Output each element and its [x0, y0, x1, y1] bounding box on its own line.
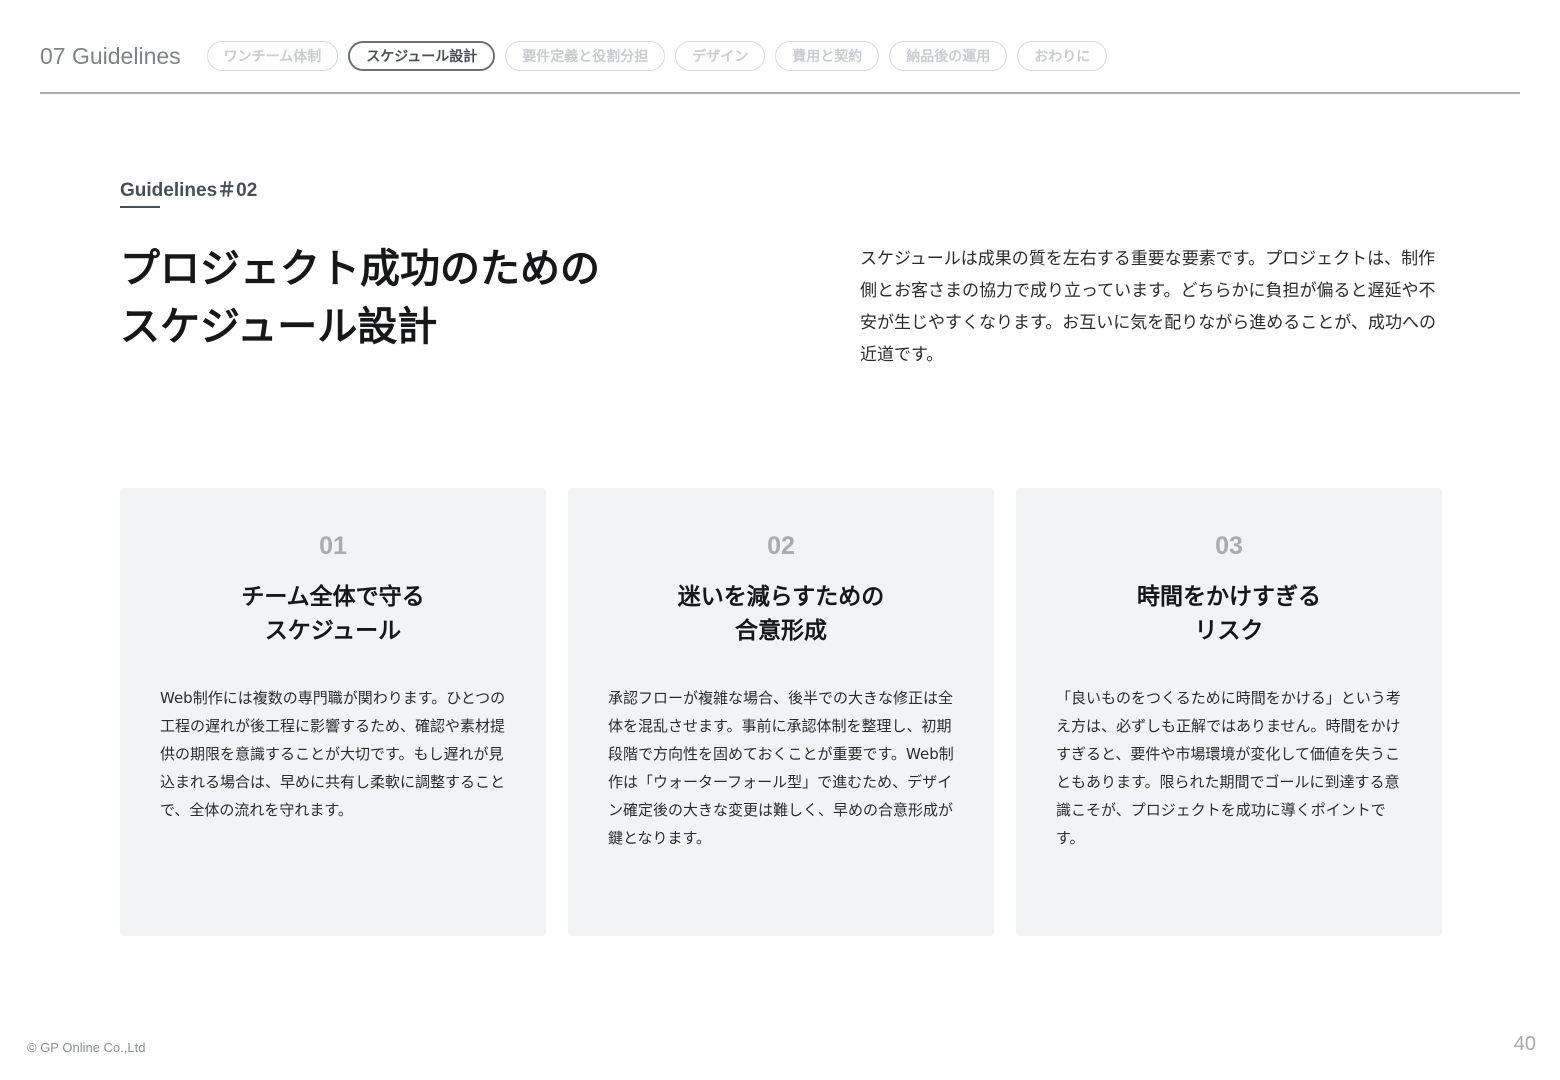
tab-bar: ワンチーム体制 スケジュール設計 要件定義と役割分担 デザイン 費用と契約 納品…	[206, 41, 1108, 71]
card-grid: 01 チーム全体で守る スケジュール Web制作には複数の専門職が関わります。ひ…	[120, 488, 1442, 936]
card-title-line1: 迷いを減らすための	[677, 584, 885, 610]
tab-one-team[interactable]: ワンチーム体制	[206, 41, 339, 71]
intro-paragraph: スケジュールは成果の質を左右する重要な要素です。プロジェクトは、制作側とお客さま…	[860, 249, 1436, 365]
tab-design[interactable]: デザイン	[675, 41, 766, 71]
tab-schedule-design[interactable]: スケジュール設計	[348, 41, 496, 71]
page-title: プロジェクト成功のための スケジュール設計	[120, 240, 760, 356]
card-title-line1: 時間をかけすぎる	[1137, 584, 1321, 610]
card-title-line2: リスク	[1194, 618, 1264, 644]
card-body: Web制作には複数の専門職が関わります。ひとつの工程の遅れが後工程に影響するため…	[160, 689, 506, 819]
card-title-line1: チーム全体で守る	[241, 584, 425, 610]
page-title-line1: プロジェクト成功のための	[120, 246, 600, 292]
card-number: 02	[767, 532, 795, 560]
header: 07 Guidelines ワンチーム体制 スケジュール設計 要件定義と役割分担…	[40, 38, 1520, 74]
card-body: 「良いものをつくるために時間をかける」という考え方は、必ずしも正解ではありません…	[1056, 689, 1401, 847]
tab-post-delivery[interactable]: 納品後の運用	[889, 41, 1008, 71]
tab-closing[interactable]: おわりに	[1017, 41, 1108, 71]
page-number: 40	[1513, 1033, 1536, 1055]
card-consensus: 02 迷いを減らすための 合意形成 承認フローが複雑な場合、後半での大きな修正は…	[568, 488, 994, 936]
card-title: 時間をかけすぎる リスク	[1016, 580, 1442, 648]
card-title-line2: スケジュール	[264, 618, 402, 644]
card-time-risk: 03 時間をかけすぎる リスク 「良いものをつくるために時間をかける」という考え…	[1016, 488, 1442, 936]
card-team-schedule: 01 チーム全体で守る スケジュール Web制作には複数の専門職が関わります。ひ…	[120, 488, 546, 936]
card-title-line2: 合意形成	[735, 618, 827, 644]
tab-requirements-roles[interactable]: 要件定義と役割分担	[505, 41, 666, 71]
header-divider	[40, 92, 1520, 94]
card-body: 承認フローが複雑な場合、後半での大きな修正は全体を混乱させます。事前に承認体制を…	[608, 689, 954, 847]
section-title: 07 Guidelines	[40, 42, 181, 69]
tab-cost-contract[interactable]: 費用と契約	[775, 41, 880, 71]
card-number: 03	[1215, 532, 1243, 560]
page-title-line2: スケジュール設計	[120, 304, 438, 350]
card-number: 01	[319, 532, 347, 560]
card-title: 迷いを減らすための 合意形成	[568, 580, 994, 648]
card-title: チーム全体で守る スケジュール	[120, 580, 546, 648]
eyebrow-label: Guidelines＃02	[120, 180, 258, 201]
eyebrow-underline	[120, 206, 160, 208]
copyright: © GP Online Co.,Ltd	[27, 1040, 146, 1055]
